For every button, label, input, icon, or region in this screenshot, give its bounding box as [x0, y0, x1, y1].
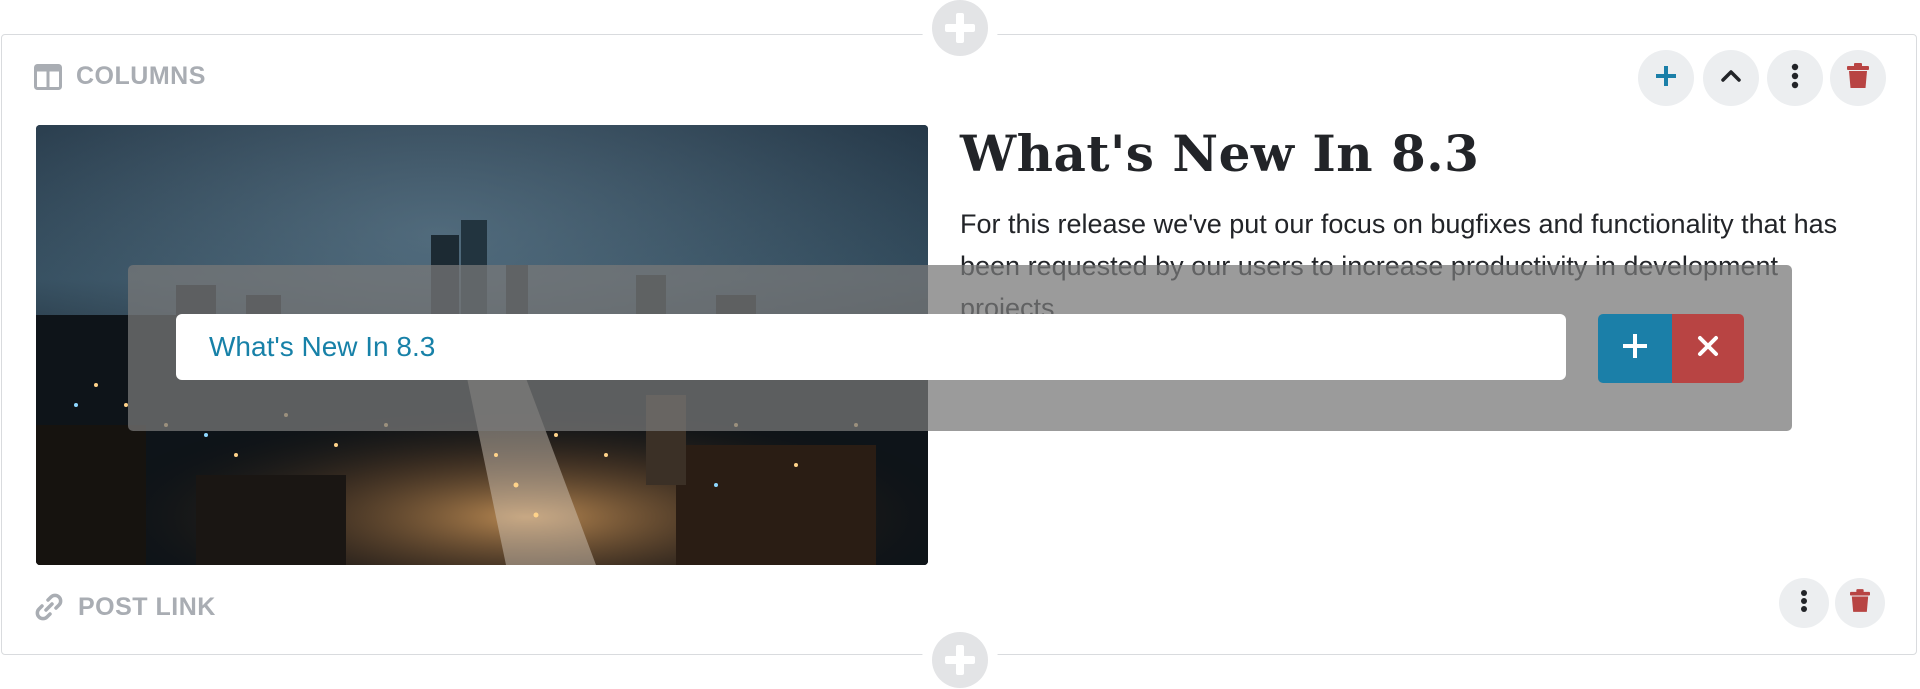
trash-icon: [1847, 62, 1869, 94]
postlink-label-text: POST LINK: [78, 592, 216, 621]
cancel-button[interactable]: [1672, 314, 1744, 383]
postlink-block-label: POST LINK: [34, 592, 216, 622]
chevron-up-icon: [1719, 64, 1743, 93]
add-block-below-button[interactable]: [932, 632, 988, 688]
add-button[interactable]: [1638, 50, 1694, 106]
columns-icon: [34, 63, 62, 90]
columns-block-label: COLUMNS: [34, 62, 206, 91]
vertical-dots-icon: [1800, 589, 1808, 618]
plus-icon: [1654, 64, 1678, 93]
delete-button[interactable]: [1830, 50, 1886, 106]
link-icon: [34, 592, 64, 622]
confirm-button[interactable]: [1598, 314, 1672, 383]
add-block-above-button[interactable]: [932, 0, 988, 56]
close-icon: [1697, 335, 1719, 362]
heading-edit-input[interactable]: [176, 314, 1566, 380]
collapse-button[interactable]: [1703, 50, 1759, 106]
vertical-dots-icon: [1791, 63, 1799, 94]
columns-label-text: COLUMNS: [76, 62, 206, 90]
postlink-delete-button[interactable]: [1835, 578, 1885, 628]
postlink-more-options-button[interactable]: [1779, 578, 1829, 628]
plus-icon: [1622, 333, 1648, 364]
post-heading[interactable]: What's New In 8.3: [960, 124, 1479, 183]
more-options-button[interactable]: [1767, 50, 1823, 106]
trash-icon: [1850, 588, 1870, 618]
